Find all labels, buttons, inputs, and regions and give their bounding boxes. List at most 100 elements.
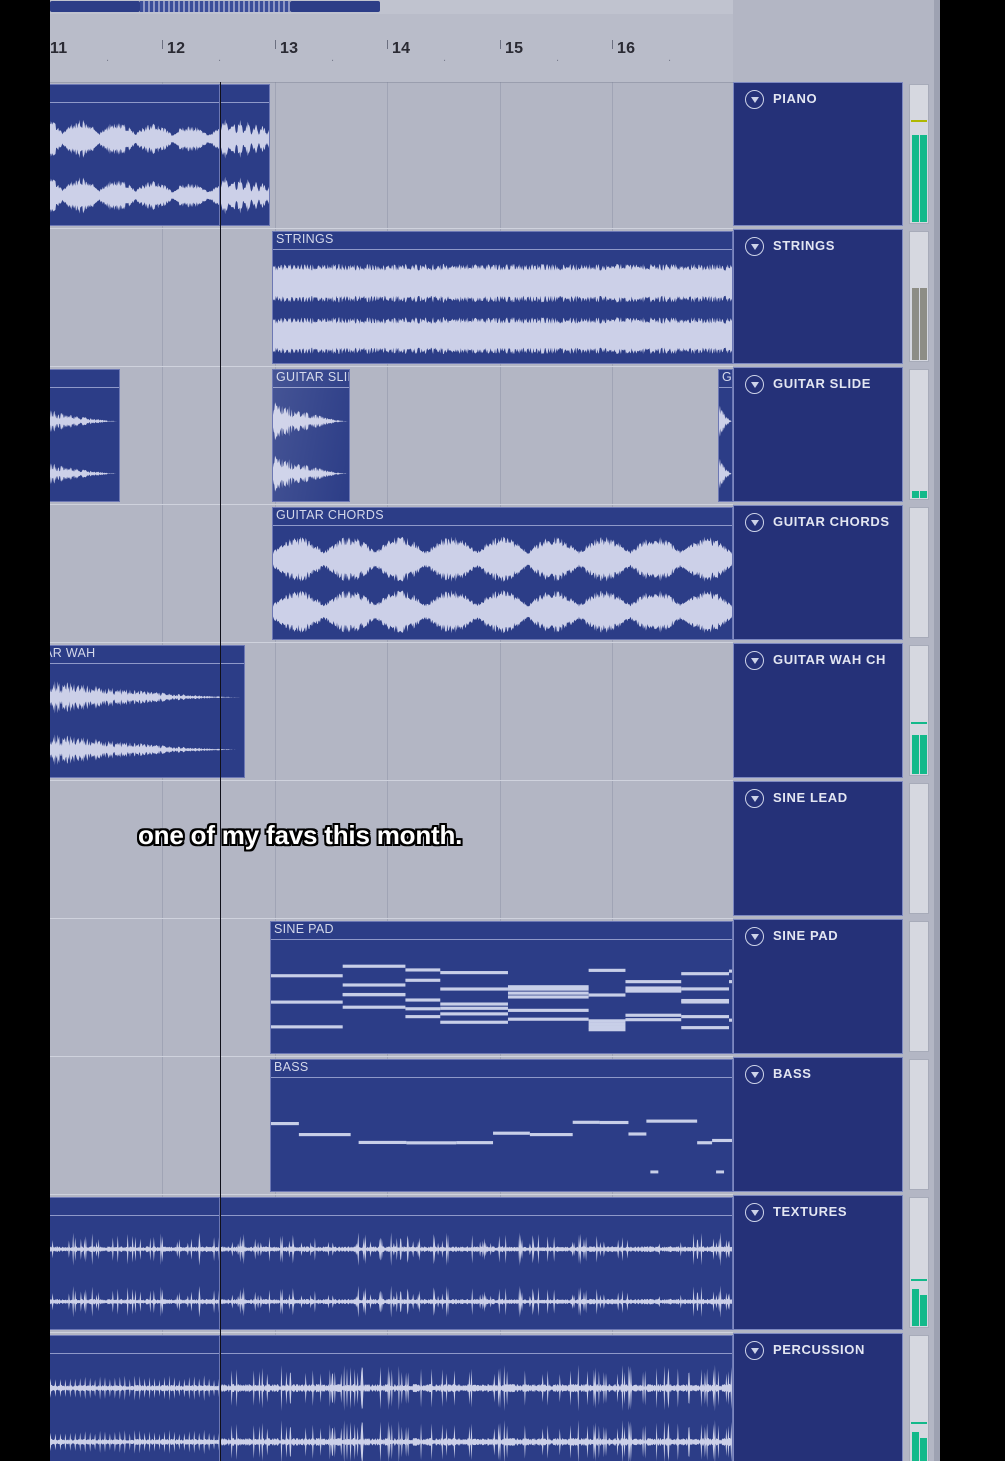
track-level-meter [909,921,929,1052]
chevron-down-icon[interactable] [745,90,764,109]
meter-bar-right [920,1437,927,1461]
clip[interactable]: GUITAR CHORDS [272,507,733,640]
track-lane-guitar-wah-ch[interactable]: GUITAR WAH [50,643,733,780]
chevron-down-icon[interactable] [745,237,764,256]
ruler-subdivision: . [668,52,672,64]
clip-title: STRINGS [276,232,334,246]
midi-note-display [271,964,732,1032]
bar-gridline [275,643,276,780]
bar-gridline [387,643,388,780]
track-level-meter [909,84,929,224]
clip[interactable]: BASS [270,1059,733,1192]
track-level-meter [909,369,929,500]
track-level-meter [909,1197,929,1328]
waveform [50,1232,219,1318]
arrangement-stage: 11.12.13.14.15.16. Set ← → STRINGSLIDEGU… [50,0,940,1461]
meter-peak-indicator [911,721,927,724]
track-lane-sine-pad[interactable]: SINE PAD [50,919,733,1056]
meter-peak-indicator [911,120,927,122]
ruler-subdivision: . [218,52,222,64]
playhead[interactable] [220,82,221,1461]
waveform [50,1375,219,1455]
overview-region-b [140,1,290,12]
bar-gridline [162,505,163,642]
ruler-tick [162,40,163,49]
track-lane-textures[interactable] [50,1195,733,1332]
meter-bar-right [920,734,927,774]
waveform [221,1364,732,1461]
ruler-bar-number: 11 [50,40,68,57]
chevron-down-icon[interactable] [745,651,764,670]
clip[interactable] [50,1335,220,1461]
track-header-strings[interactable]: STRINGS [733,229,903,364]
clip[interactable] [50,84,220,226]
chevron-down-icon[interactable] [745,1065,764,1084]
daw-window: 11.12.13.14.15.16. Set ← → STRINGSLIDEGU… [0,0,1005,1461]
clip[interactable] [220,84,270,226]
meter-bar-right [920,491,927,498]
track-lane-guitar-chords[interactable]: GUITAR CHORDS [50,505,733,642]
track-header-bass[interactable]: BASS [733,1057,903,1192]
clip[interactable]: G [718,369,733,502]
chevron-down-icon[interactable] [745,927,764,946]
track-header-guitar-slide[interactable]: GUITAR SLIDE [733,367,903,502]
waveform [273,263,732,355]
meter-bar-left [912,491,919,498]
clip-fade [273,370,349,501]
track-header-percussion[interactable]: PERCUSSION [733,1333,903,1461]
ruler-subdivision: . [106,52,110,64]
track-name-label: GUITAR CHORDS [773,514,890,529]
ruler-tick [387,40,388,49]
track-level-meter [909,1335,929,1461]
track-header-sine-lead[interactable]: SINE LEAD [733,781,903,916]
track-lane-percussion[interactable] [50,1333,733,1461]
track-name-label: SINE PAD [773,928,839,943]
clip-title: SINE PAD [274,922,334,936]
ruler-subdivision: . [443,52,447,64]
chevron-down-icon[interactable] [745,1341,764,1360]
track-name-label: PERCUSSION [773,1342,865,1357]
track-header-piano[interactable]: PIANO [733,82,903,226]
clip[interactable] [220,1197,733,1330]
subtitle-caption: one of my favs this month. [138,820,463,850]
track-header-sine-pad[interactable]: SINE PAD [733,919,903,1054]
track-lane-bass[interactable]: BASS [50,1057,733,1194]
track-level-meter [909,783,929,914]
chevron-down-icon[interactable] [745,513,764,532]
bar-gridline [162,1057,163,1194]
clip[interactable] [50,1197,220,1330]
meter-bar-left [912,734,919,774]
track-header-guitar-wah-ch[interactable]: GUITAR WAH CH [733,643,903,778]
ruler-tick [275,40,276,49]
chevron-down-icon[interactable] [745,375,764,394]
clip-title: BASS [274,1060,309,1074]
ruler-subdivision: . [331,52,335,64]
ruler-bar-number: 15 [505,40,524,57]
bar-gridline [162,367,163,504]
clip[interactable]: STRINGS [272,231,733,364]
waveform [221,119,269,215]
track-lane-strings[interactable]: STRINGS [50,229,733,366]
track-header-textures[interactable]: TEXTURES [733,1195,903,1330]
track-headers: PIANO STRINGS GUITAR SLIDE GUITAR CHORDS GUI… [733,0,906,1461]
bar-gridline [612,82,613,228]
track-lane-guitar-slide[interactable]: LIDE GUITAR SLIDE G [50,367,733,504]
clip[interactable]: LIDE [50,369,120,502]
clip[interactable]: SINE PAD [270,921,733,1054]
waveform [50,119,219,214]
track-name-label: TEXTURES [773,1204,848,1219]
clip[interactable]: GUITAR WAH [50,645,245,778]
track-level-meter [909,231,929,362]
track-lane-piano[interactable] [50,82,733,228]
chevron-down-icon[interactable] [745,789,764,808]
track-header-guitar-chords[interactable]: GUITAR CHORDS [733,505,903,640]
track-name-label: GUITAR WAH CH [773,652,886,667]
chevron-down-icon[interactable] [745,1203,764,1222]
clip[interactable]: GUITAR SLIDE [272,369,350,502]
meter-bar-left [912,135,919,222]
clip[interactable] [220,1335,733,1461]
waveform [50,410,119,485]
meter-peak-indicator [911,1279,927,1282]
meter-bar-left [912,287,919,360]
bar-gridline [500,781,501,918]
